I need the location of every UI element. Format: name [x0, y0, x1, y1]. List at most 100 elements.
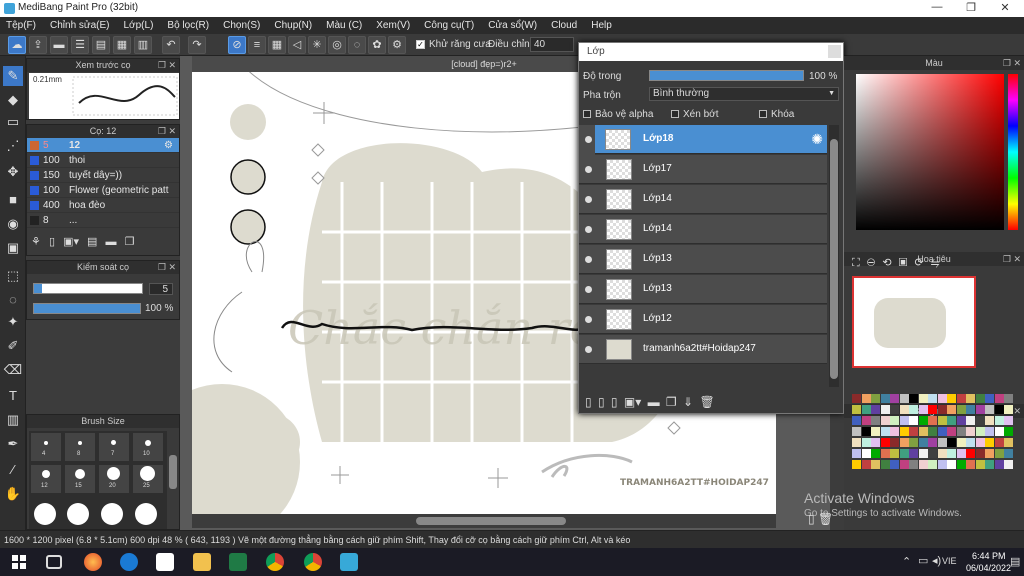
palette-swatch[interactable] [918, 405, 928, 414]
palette-swatch[interactable] [956, 394, 966, 403]
palette-swatch[interactable] [852, 405, 861, 414]
snap-radial-icon[interactable]: ✳ [308, 36, 326, 54]
palette-swatch[interactable] [1004, 394, 1013, 403]
palette-swatch[interactable] [861, 416, 871, 425]
explorer-icon[interactable] [193, 553, 211, 571]
visibility-icon[interactable] [585, 286, 592, 293]
fit-window-icon[interactable]: ▣ [899, 257, 908, 269]
palette-swatch[interactable] [909, 438, 918, 447]
palette-swatch[interactable] [928, 438, 937, 447]
menu-layer[interactable]: Lớp(L) [124, 20, 154, 31]
palette-swatch[interactable] [918, 460, 928, 469]
palette-swatch[interactable] [899, 449, 909, 458]
palette-swatch[interactable] [890, 427, 899, 436]
layer-row[interactable]: Lớp13 [579, 275, 827, 304]
palette-swatch[interactable] [947, 449, 956, 458]
layer-scrollbar[interactable] [829, 125, 839, 387]
palette-swatch[interactable] [918, 427, 928, 436]
palette-swatch[interactable] [852, 438, 861, 447]
palette-swatch[interactable] [937, 438, 947, 447]
palette-swatch[interactable] [994, 460, 1004, 469]
duplicate-layer-icon[interactable]: ❐ [666, 395, 677, 409]
protect-alpha-checkbox[interactable] [583, 110, 591, 119]
layers-icon[interactable]: ▥ [134, 36, 152, 54]
palette-swatch[interactable] [871, 394, 880, 403]
brush-settings-icon[interactable]: ⚙ [164, 140, 173, 151]
palette-swatch[interactable] [975, 449, 985, 458]
palette-swatch[interactable] [937, 427, 947, 436]
medibang-icon[interactable] [340, 553, 358, 571]
palette-swatch[interactable] [966, 416, 975, 425]
palette-swatch[interactable] [880, 416, 890, 425]
restore-icon[interactable]: ❐ [956, 1, 986, 14]
visibility-icon[interactable] [585, 166, 592, 173]
brush-menu-icon[interactable]: ▣▾ [63, 236, 79, 248]
h-scroll-thumb[interactable] [416, 517, 566, 525]
palette-swatch[interactable] [1004, 449, 1013, 458]
menu-color[interactable]: Màu (C) [326, 20, 362, 31]
add-color-icon[interactable]: ▯ [808, 512, 815, 526]
palette-swatch[interactable] [909, 427, 918, 436]
close-icon[interactable]: ✕ [990, 1, 1020, 14]
palette-swatch[interactable] [947, 405, 956, 414]
palette-swatch[interactable] [956, 416, 966, 425]
new-brush-icon[interactable]: ▯ [49, 236, 55, 248]
palette-swatch[interactable] [1004, 405, 1013, 414]
menu-file[interactable]: Tệp(F) [6, 20, 36, 31]
palette-swatch[interactable] [966, 460, 975, 469]
menu-snap[interactable]: Chụp(N) [274, 20, 312, 31]
size-dot[interactable] [135, 503, 157, 525]
palette-swatch[interactable] [975, 427, 985, 436]
cloud-save-icon[interactable]: ☁ [8, 36, 26, 54]
palette-swatch[interactable] [966, 394, 975, 403]
gradient-tool-icon[interactable]: ▣ [3, 238, 23, 258]
layer-row[interactable]: Lớp13 [579, 245, 827, 274]
merge-down-icon[interactable]: ⇓ [683, 395, 693, 409]
palette-swatch[interactable] [937, 416, 947, 425]
blend-mode-select[interactable]: Bình thường ▼ [649, 87, 839, 101]
palette-swatch[interactable] [909, 394, 918, 403]
brush-size-value[interactable]: 5 [149, 283, 173, 295]
palette-swatch[interactable] [937, 449, 947, 458]
brush-size-slider[interactable] [33, 283, 143, 294]
size-dot[interactable] [34, 503, 56, 525]
select-pen-icon[interactable]: ✐ [3, 336, 23, 356]
palette-swatch[interactable] [861, 449, 871, 458]
snap-cross-icon[interactable]: ▦ [268, 36, 286, 54]
brush-row[interactable]: 100 thoi [27, 153, 179, 168]
protect-alpha-option[interactable]: Bảo vệ alpha [583, 109, 653, 120]
eyedropper-icon[interactable]: ✒ [3, 434, 23, 454]
folder-icon[interactable]: ▬ [648, 395, 660, 409]
move-tool-icon[interactable]: ✥ [3, 162, 23, 182]
bucket-tool-icon[interactable]: ◉ [3, 214, 23, 234]
panel-close-icon[interactable]: ❐ ✕ [158, 59, 176, 72]
size-dot[interactable] [101, 503, 123, 525]
clock-time[interactable]: 6:44 PM [972, 551, 1006, 561]
palette-swatch[interactable] [966, 438, 975, 447]
page-icon[interactable]: ▤ [92, 36, 110, 54]
palette-swatch[interactable] [890, 394, 899, 403]
visibility-icon[interactable] [585, 316, 592, 323]
snap-parallel-icon[interactable]: ≡ [248, 36, 266, 54]
palette-swatch[interactable] [890, 416, 899, 425]
redo-icon[interactable]: ↷ [188, 36, 206, 54]
palette-swatch[interactable] [947, 416, 956, 425]
palette-swatch[interactable] [985, 405, 994, 414]
brush-folder-icon[interactable]: ▬ [106, 236, 117, 248]
palette-swatch[interactable] [909, 416, 918, 425]
palette-swatch[interactable] [899, 405, 909, 414]
notification-icon[interactable]: ▤ [1010, 555, 1020, 568]
snap-vanish-icon[interactable]: ◁ [288, 36, 306, 54]
palette-swatch[interactable] [852, 460, 861, 469]
lock-checkbox[interactable] [759, 110, 767, 119]
palette-swatch[interactable] [975, 438, 985, 447]
select-rect-icon[interactable]: ⬚ [3, 266, 23, 286]
palette-swatch[interactable] [899, 427, 909, 436]
palette-swatch[interactable] [871, 449, 880, 458]
new-halftone-layer-icon[interactable]: ▯ [598, 395, 605, 409]
lock-option[interactable]: Khóa [759, 109, 794, 120]
store-icon[interactable] [156, 553, 174, 571]
palette-swatch[interactable] [871, 405, 880, 414]
palette-swatch[interactable] [880, 460, 890, 469]
palette-swatch[interactable] [994, 394, 1004, 403]
